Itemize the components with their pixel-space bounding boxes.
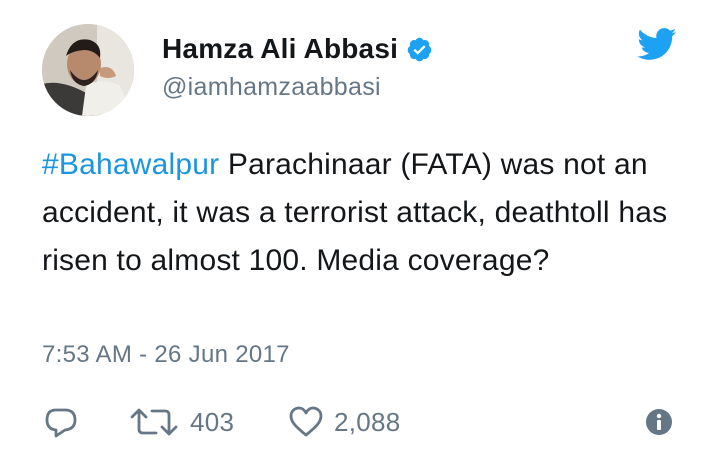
like-count: 2,088 — [334, 406, 401, 437]
tweet-card: Hamza Ali Abbasi @iamhamzaabbasi #Bahawa… — [0, 0, 713, 465]
display-name[interactable]: Hamza Ali Abbasi — [162, 33, 398, 65]
tweet-timestamp[interactable]: 7:53 AM - 26 Jun 2017 — [42, 341, 290, 369]
reply-button[interactable] — [44, 402, 78, 442]
avatar-photo — [42, 24, 134, 116]
hashtag-link[interactable]: #Bahawalpur — [42, 148, 219, 181]
like-button[interactable]: 2,088 — [288, 402, 401, 442]
avatar[interactable] — [42, 24, 134, 116]
retweet-count: 403 — [190, 406, 235, 437]
verified-badge-icon — [406, 36, 433, 63]
retweet-button[interactable]: 403 — [128, 402, 234, 442]
heart-icon — [289, 406, 323, 437]
reply-icon — [45, 408, 77, 438]
twitter-bird-icon[interactable] — [637, 28, 677, 61]
tweet-text: #Bahawalpur Parachinaar (FATA) was not a… — [42, 141, 692, 285]
tweet-actions: 403 2,088 — [42, 402, 682, 442]
user-name-row: Hamza Ali Abbasi — [162, 32, 433, 66]
info-icon — [646, 409, 672, 435]
user-handle[interactable]: @iamhamzaabbasi — [162, 73, 381, 102]
retweet-icon — [130, 408, 178, 436]
info-button[interactable] — [644, 402, 674, 442]
